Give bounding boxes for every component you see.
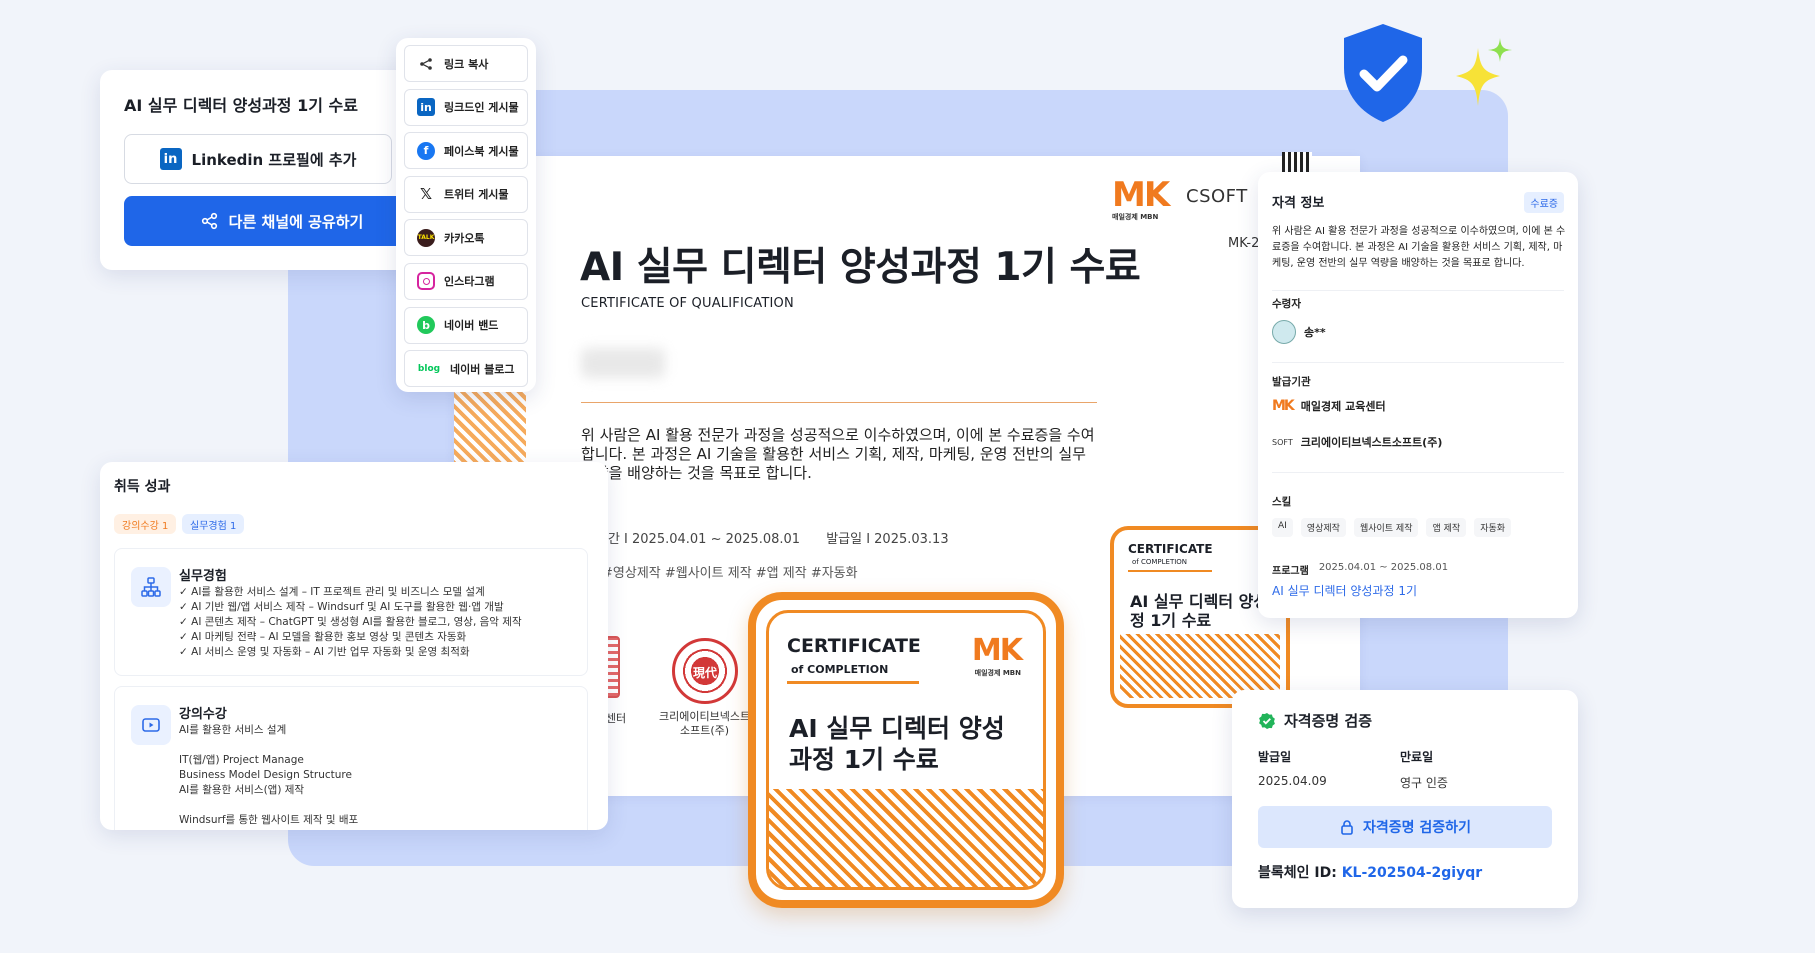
issued-value: 2025.04.09 xyxy=(1258,774,1327,788)
program-link[interactable]: AI 실무 디렉터 양성과정 1기 xyxy=(1272,582,1417,599)
mk-logo: MK 매일경제 MBN xyxy=(971,633,1023,678)
hierarchy-icon xyxy=(131,567,171,607)
certificate-badge: CERTIFICATE of COMPLETION MK 매일경제 MBN AI… xyxy=(748,592,1064,908)
recipient-label: 수령자 xyxy=(1272,298,1301,310)
share-card-title: AI 실무 디렉터 양성과정 1기 수료 xyxy=(124,96,358,115)
naver-band-icon: b xyxy=(417,316,435,335)
document-title: AI 실무 디렉터 양성과정 1기 수료 xyxy=(580,245,1141,290)
csoft-logo: SOFT xyxy=(1272,437,1293,447)
issuer-label: 발급기관 xyxy=(1272,376,1311,388)
share-item-instagram[interactable]: 인스타그램 xyxy=(404,262,528,300)
share-item-naver-blog[interactable]: blog 네이버 블로그 xyxy=(404,350,528,388)
issued-label: 발급일 xyxy=(1258,750,1292,764)
linkedin-add-button[interactable]: in Linkedin 프로필에 추가 xyxy=(124,134,392,184)
experience-list: ✓ AI를 활용한 서비스 설계 – IT 프로젝트 관리 및 비즈니스 모델 … xyxy=(179,586,522,658)
kakaotalk-icon: TALK xyxy=(417,228,435,247)
share-item-naver-band[interactable]: b 네이버 밴드 xyxy=(404,306,528,344)
video-play-icon xyxy=(131,705,171,745)
document-subtitle: CERTIFICATE OF QUALIFICATION xyxy=(581,296,794,311)
mk-logo: MK 매일경제 MBN xyxy=(1112,175,1170,221)
issuer-row-1: MK 매일경제 교육센터 xyxy=(1272,398,1386,414)
link-share-icon xyxy=(417,55,435,73)
linkedin-icon: in xyxy=(159,148,182,170)
document-body: 위 사람은 AI 활용 전문가 과정을 성공적으로 이수하였으며, 이에 본 수… xyxy=(581,426,1095,482)
facebook-icon: f xyxy=(417,141,435,160)
divider xyxy=(581,402,1097,403)
csoft-logo: CSOFT xyxy=(1186,186,1248,207)
lecture-list: AI를 활용한 서비스 설계 IT(웹/앱) Project Manage Bu… xyxy=(179,724,359,826)
info-description: 위 사람은 AI 활용 전문가 과정을 성공적으로 이수하였으며, 이에 본 수… xyxy=(1272,226,1566,269)
document-dates: 기간 I 2025.04.01 ~ 2025.08.01 발급일 I 2025.… xyxy=(596,528,971,547)
experience-section: 실무경험 ✓ AI를 활용한 서비스 설계 – IT 프로젝트 관리 및 비즈니… xyxy=(114,548,588,676)
shield-check-icon xyxy=(1344,24,1422,122)
skills-label: 스킬 xyxy=(1272,496,1292,508)
lecture-count-badge[interactable]: 강의수강 1 xyxy=(114,514,177,534)
expiry-label: 만료일 xyxy=(1400,750,1434,764)
linkedin-icon: in xyxy=(417,98,435,117)
share-item-twitter[interactable]: 𝕏 트위터 게시물 xyxy=(404,175,528,213)
expiry-value: 영구 인증 xyxy=(1400,776,1448,790)
share-other-channels-button[interactable]: 다른 채널에 공유하기 xyxy=(124,196,440,246)
document-tags: #영상제작 #웹사이트 제작 #앱 제작 #자동화 xyxy=(602,566,858,581)
info-tag: 수료증 xyxy=(1524,192,1564,213)
sparkle-icon xyxy=(1456,38,1512,106)
experience-count-badge[interactable]: 실무경험 1 xyxy=(182,514,245,534)
share-item-facebook[interactable]: f 페이스북 게시물 xyxy=(404,132,528,170)
share-item-linkedin[interactable]: in 링크드인 게시물 xyxy=(404,88,528,126)
share-item-kakaotalk[interactable]: TALK 카카오톡 xyxy=(404,219,528,257)
x-twitter-icon: 𝕏 xyxy=(419,185,433,204)
issued-date: 발급일 I 2025.03.13 xyxy=(826,532,949,547)
blockchain-id-value[interactable]: KL-202504-2giyqr xyxy=(1342,865,1482,881)
lock-icon xyxy=(1341,820,1353,835)
instagram-icon xyxy=(417,272,435,291)
program-row: 프로그램 2025.04.01 ~ 2025.08.01 xyxy=(1272,562,1449,577)
experience-heading: 실무경험 xyxy=(179,569,227,584)
share-menu: 링크 복사 in 링크드인 게시물 f 페이스북 게시물 𝕏 트위터 게시물 T… xyxy=(396,38,536,392)
achievements-title: 취득 성과 xyxy=(114,479,171,495)
recipient-row: 송** xyxy=(1272,320,1326,344)
verify-credential-button[interactable]: 자격증명 검증하기 xyxy=(1258,806,1552,848)
achievements-card: 취득 성과 강의수강 1 실무경험 1 실무경험 ✓ AI를 활용한 서비스 설… xyxy=(100,462,608,830)
verify-title: 자격증명 검증 xyxy=(1258,710,1372,731)
lecture-heading: 강의수강 xyxy=(179,707,227,722)
seal-caption-2: 크리에이티브넥스트 소프트(주) xyxy=(659,710,751,737)
recipient-name-blurred xyxy=(581,348,665,378)
lecture-section: 강의수강 AI를 활용한 서비스 설계 IT(웹/앱) Project Mana… xyxy=(114,686,588,830)
mk-logo: MK xyxy=(1272,398,1295,414)
share-card: AI 실무 디렉터 양성과정 1기 수료 in Linkedin 프로필에 추가… xyxy=(100,70,440,270)
info-title: 자격 정보 xyxy=(1272,196,1325,211)
seal-stamp-2: 現代 xyxy=(672,638,738,704)
period: 기간 I 2025.04.01 ~ 2025.08.01 xyxy=(596,532,801,547)
orange-pattern xyxy=(1120,634,1280,698)
issuer-row-2: SOFT 크리에이티브넥스트소프트(주) xyxy=(1272,436,1443,449)
avatar xyxy=(1272,320,1296,344)
orange-pattern xyxy=(769,789,1043,887)
share-icon xyxy=(201,212,217,230)
verified-check-icon xyxy=(1259,712,1275,729)
verification-card: 자격증명 검증 발급일 만료일 2025.04.09 영구 인증 자격증명 검증… xyxy=(1232,690,1578,908)
share-item-copy-link[interactable]: 링크 복사 xyxy=(404,45,528,82)
naver-blog-icon: blog xyxy=(417,363,441,374)
qualification-info-panel: 자격 정보 수료증 위 사람은 AI 활용 전문가 과정을 성공적으로 이수하였… xyxy=(1258,172,1578,618)
skills-list: AI 영상제작 웹사이트 제작 앱 제작 자동화 xyxy=(1272,518,1512,537)
badge-title: AI 실무 디렉터 양성 과정 1기 수료 xyxy=(789,714,1005,774)
blockchain-id: 블록체인 ID: KL-202504-2giyqr xyxy=(1258,865,1483,881)
certificate-code: MK-2 xyxy=(1228,236,1260,251)
